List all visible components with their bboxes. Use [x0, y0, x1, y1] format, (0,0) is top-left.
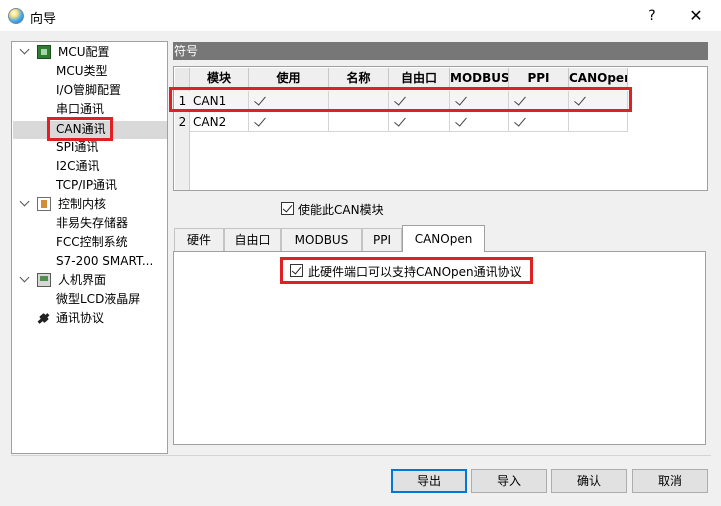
cancel-button[interactable]: 取消: [632, 469, 708, 493]
column-header-modbus[interactable]: MODBUS: [450, 68, 509, 88]
column-header-module[interactable]: 模块: [190, 68, 249, 88]
row-number[interactable]: 2: [175, 112, 190, 132]
enable-can-label[interactable]: 使能此CAN模块: [298, 201, 384, 218]
enable-can-checkbox[interactable]: [281, 202, 294, 215]
tab-hardware[interactable]: 硬件: [174, 228, 224, 251]
tree-item-lcd[interactable]: 微型LCD液晶屏: [56, 290, 140, 309]
cell-ppi[interactable]: [509, 112, 569, 132]
tab-ppi[interactable]: PPI: [362, 228, 402, 251]
cell-module[interactable]: CAN2: [190, 112, 249, 132]
tree-item-fcc[interactable]: FCC控制系统: [56, 233, 128, 252]
check-icon: [394, 114, 406, 127]
divider: [11, 455, 711, 456]
grid-corner: [175, 68, 190, 88]
table-row[interactable]: 2 CAN2: [175, 112, 629, 132]
column-header-name[interactable]: 名称: [329, 68, 389, 88]
tree-item-label: 通讯协议: [56, 311, 105, 325]
cell-free-port[interactable]: [389, 112, 450, 132]
tab-canopen[interactable]: CANOpen: [402, 225, 485, 252]
hmi-icon: [37, 273, 51, 287]
chevron-down-icon[interactable]: [20, 198, 30, 208]
canopen-highlight-box: [280, 257, 533, 284]
tree-item-mcu-type[interactable]: MCU类型: [56, 62, 108, 81]
window-title: 向导: [30, 12, 57, 27]
tab-modbus[interactable]: MODBUS: [281, 228, 362, 251]
tree-item-tcpip[interactable]: TCP/IP通讯: [56, 176, 117, 195]
tree-item-io-pins[interactable]: I/O管脚配置: [56, 81, 121, 100]
chip-icon: [37, 45, 51, 59]
tree-item-i2c[interactable]: I2C通讯: [56, 157, 100, 176]
check-icon: [455, 114, 467, 127]
plug-icon: [36, 311, 50, 325]
column-header-free-port[interactable]: 自由口: [389, 68, 450, 88]
title-bar: 向导 ? ✕: [0, 0, 721, 31]
column-header-use[interactable]: 使用: [249, 68, 329, 88]
can-highlight-box: [47, 117, 113, 141]
help-button[interactable]: ?: [640, 4, 664, 28]
row-highlight-box: [169, 87, 632, 112]
kernel-icon: [37, 197, 51, 211]
tree-item-s7-200[interactable]: S7-200 SMART...: [56, 252, 153, 271]
chevron-down-icon[interactable]: [20, 274, 30, 284]
export-button[interactable]: 导出: [391, 469, 467, 493]
app-icon: [8, 8, 24, 24]
cell-canopen[interactable]: [569, 112, 628, 132]
symbol-grid: 模块 使用 名称 自由口 MODBUS PPI CANOpen 1 CAN1 2…: [173, 66, 708, 191]
tree-item-label: MCU配置: [58, 45, 110, 59]
ok-button[interactable]: 确认: [551, 469, 627, 493]
cell-modbus[interactable]: [450, 112, 509, 132]
close-button[interactable]: ✕: [683, 4, 709, 28]
tree-item-label: 人机界面: [58, 273, 107, 287]
navigation-tree: MCU配置 MCU类型 I/O管脚配置 串口通讯 CAN通讯 SPI通讯 I2C…: [11, 41, 168, 454]
tree-item-nonvolatile[interactable]: 非易失存储器: [56, 214, 128, 233]
cell-name[interactable]: [329, 112, 389, 132]
check-icon: [254, 114, 266, 127]
chevron-down-icon[interactable]: [20, 46, 30, 56]
check-icon: [514, 114, 526, 127]
tree-item-label: 控制内核: [58, 197, 107, 211]
cell-use[interactable]: [249, 112, 329, 132]
symbol-header: 符号: [173, 42, 708, 60]
column-header-ppi[interactable]: PPI: [509, 68, 569, 88]
import-button[interactable]: 导入: [471, 469, 547, 493]
tab-free-port[interactable]: 自由口: [224, 228, 281, 251]
column-header-canopen[interactable]: CANOpen: [569, 68, 628, 88]
